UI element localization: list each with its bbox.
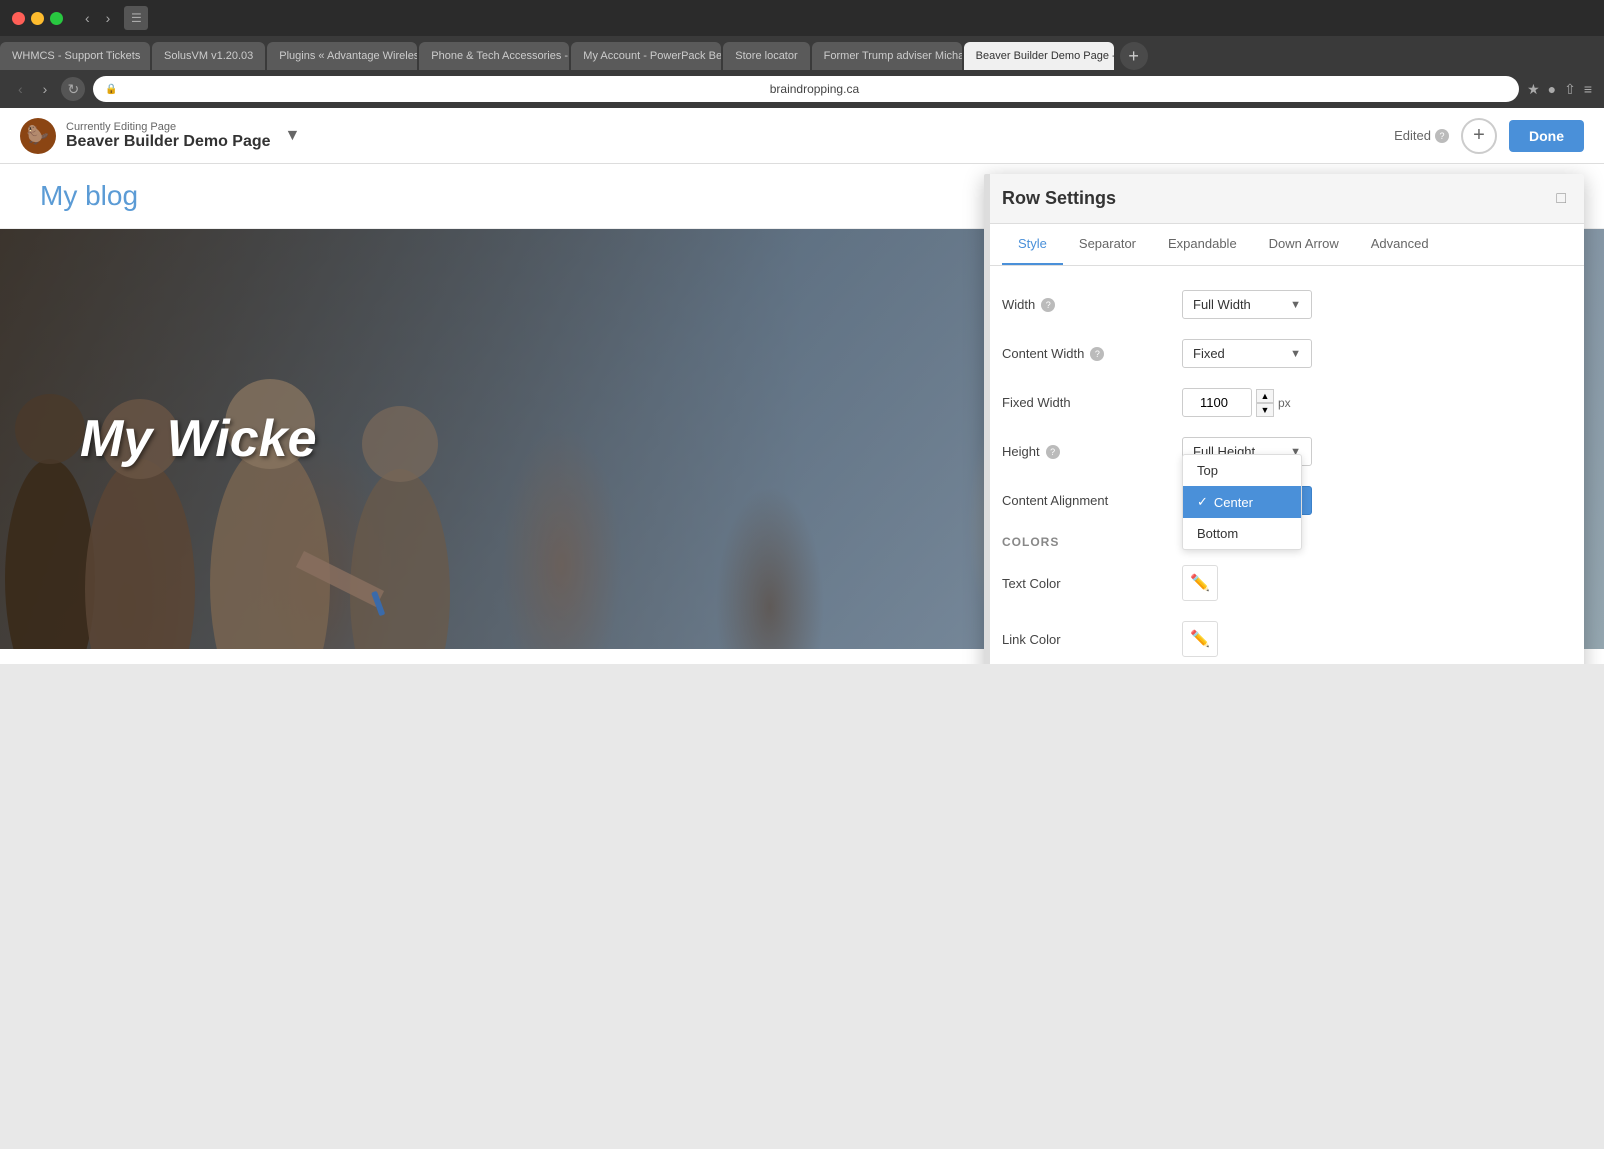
tab-phone[interactable]: Phone & Tech Accessories -...	[419, 42, 569, 70]
chevron-down-icon: ▼	[1290, 299, 1301, 311]
text-color-row: Text Color ✏️	[1002, 565, 1566, 601]
browser-chrome: ‹ › ☰ WHMCS - Support Tickets SolusVM v1…	[0, 0, 1604, 108]
tab-expandable[interactable]: Expandable	[1152, 224, 1253, 265]
dialog-header[interactable]: Row Settings □	[984, 174, 1584, 224]
page-builder-bar: 🦫 Currently Editing Page Beaver Builder …	[0, 108, 1604, 164]
browser-forward[interactable]: ›	[37, 79, 54, 99]
content-width-control: Fixed ▼	[1182, 339, 1566, 368]
fixed-width-control: ▲ ▼ px	[1182, 388, 1566, 417]
tab-myaccount[interactable]: My Account - PowerPack Be...	[571, 42, 721, 70]
dialog-body: Width ? Full Width ▼ Content Width ?	[984, 266, 1584, 664]
pb-page-info: Currently Editing Page Beaver Builder De…	[66, 121, 271, 151]
content-alignment-row: Content Alignment Center ▼ Top ✓ Center	[1002, 486, 1566, 515]
address-bar[interactable]: 🔒 braindropping.ca	[93, 76, 1519, 102]
maximize-button[interactable]	[50, 12, 63, 25]
dialog-drag-handle[interactable]	[984, 174, 990, 664]
dropdown-menu: Top ✓ Center Bottom	[1182, 454, 1302, 550]
content-width-label: Content Width ?	[1002, 346, 1182, 361]
add-content-button[interactable]: +	[1461, 118, 1497, 154]
tab-whmcs[interactable]: WHMCS - Support Tickets	[0, 42, 150, 70]
extensions-icon[interactable]: ●	[1548, 81, 1556, 98]
tab-storelocator[interactable]: Store locator	[723, 42, 809, 70]
text-color-picker[interactable]: ✏️	[1182, 565, 1218, 601]
link-color-label: Link Color	[1002, 632, 1182, 647]
sidebar-toggle[interactable]: ☰	[124, 6, 148, 30]
dialog-title: Row Settings	[1002, 188, 1116, 209]
tab-trump[interactable]: Former Trump adviser Micha...	[812, 42, 962, 70]
tab-advanced[interactable]: Advanced	[1355, 224, 1445, 265]
menu-icon[interactable]: ≡	[1584, 81, 1592, 98]
dialog-minimize-button[interactable]: □	[1556, 190, 1566, 208]
fixed-width-input[interactable]	[1182, 388, 1252, 417]
pb-logo: 🦫	[20, 118, 56, 154]
content-alignment-dropdown: Top ✓ Center Bottom	[1182, 454, 1302, 550]
page-name: Beaver Builder Demo Page	[66, 133, 271, 151]
edited-status: Edited ?	[1394, 128, 1449, 143]
fixed-width-row: Fixed Width ▲ ▼ px	[1002, 388, 1566, 417]
edited-label: Edited	[1394, 128, 1431, 143]
width-row: Width ? Full Width ▼	[1002, 290, 1566, 319]
tab-style[interactable]: Style	[1002, 224, 1063, 265]
width-control: Full Width ▼	[1182, 290, 1566, 319]
chevron-down-icon-2: ▼	[1290, 348, 1301, 360]
dropdown-item-center[interactable]: ✓ Center	[1183, 486, 1301, 518]
dialog-tabs: Style Separator Expandable Down Arrow Ad…	[984, 224, 1584, 266]
link-color-control: ✏️	[1182, 621, 1566, 657]
hero-text: My Wicke	[80, 409, 317, 469]
checkmark-icon: ✓	[1197, 494, 1208, 510]
content-alignment-label: Content Alignment	[1002, 493, 1182, 508]
refresh-button[interactable]: ↻	[61, 77, 85, 101]
content-width-row: Content Width ? Fixed ▼	[1002, 339, 1566, 368]
row-settings-dialog: Row Settings □ Style Separator Expandabl…	[984, 174, 1584, 664]
page-dropdown-button[interactable]: ▼	[285, 127, 301, 145]
new-tab-button[interactable]: +	[1120, 42, 1148, 70]
width-label: Width ?	[1002, 297, 1182, 312]
tab-bar: WHMCS - Support Tickets SolusVM v1.20.03…	[0, 36, 1604, 70]
minimize-button[interactable]	[31, 12, 44, 25]
text-color-control: ✏️	[1182, 565, 1566, 601]
tab-down-arrow[interactable]: Down Arrow	[1253, 224, 1355, 265]
text-color-label: Text Color	[1002, 576, 1182, 591]
content-width-info-icon[interactable]: ?	[1090, 347, 1104, 361]
height-info-icon[interactable]: ?	[1046, 445, 1060, 459]
tab-plugins[interactable]: Plugins « Advantage Wireles...	[267, 42, 417, 70]
share-icon[interactable]: ⇧	[1564, 81, 1576, 98]
nav-buttons: ‹ ›	[79, 8, 116, 28]
close-button[interactable]	[12, 12, 25, 25]
edited-info-icon[interactable]: ?	[1435, 129, 1449, 143]
tab-solusvm[interactable]: SolusVM v1.20.03	[152, 42, 265, 70]
increment-button[interactable]: ▲	[1256, 389, 1274, 403]
link-color-row: Link Color ✏️	[1002, 621, 1566, 657]
dropdown-item-top[interactable]: Top	[1183, 455, 1301, 486]
width-select[interactable]: Full Width ▼	[1182, 290, 1312, 319]
number-spinner: ▲ ▼	[1256, 389, 1274, 417]
content-width-select[interactable]: Fixed ▼	[1182, 339, 1312, 368]
site-logo[interactable]: My blog	[40, 180, 138, 212]
fixed-width-label: Fixed Width	[1002, 395, 1182, 410]
browser-titlebar: ‹ › ☰	[0, 0, 1604, 36]
unit-label: px	[1278, 396, 1291, 410]
address-text: braindropping.ca	[122, 82, 1507, 96]
address-bar-row: ‹ › ↻ 🔒 braindropping.ca ★ ● ⇧ ≡	[0, 70, 1604, 108]
lock-icon: 🔒	[105, 84, 117, 95]
decrement-button[interactable]: ▼	[1256, 403, 1274, 417]
height-label: Height ?	[1002, 444, 1182, 459]
pb-right: Edited ? + Done	[1394, 118, 1584, 154]
tab-beaverbuilder[interactable]: Beaver Builder Demo Page -...	[964, 42, 1114, 70]
currently-editing-label: Currently Editing Page	[66, 121, 271, 133]
dropdown-item-bottom[interactable]: Bottom	[1183, 518, 1301, 549]
back-button[interactable]: ‹	[79, 8, 96, 28]
traffic-lights	[12, 12, 63, 25]
bookmark-icon[interactable]: ★	[1527, 81, 1540, 98]
browser-back[interactable]: ‹	[12, 79, 29, 99]
done-button[interactable]: Done	[1509, 120, 1584, 152]
pb-left: 🦫 Currently Editing Page Beaver Builder …	[20, 118, 1394, 154]
forward-button[interactable]: ›	[100, 8, 117, 28]
tab-separator[interactable]: Separator	[1063, 224, 1152, 265]
content-alignment-control: Center ▼ Top ✓ Center Bottom	[1182, 486, 1566, 515]
website-area: My blog Choose Menu 🔍	[0, 164, 1604, 664]
tabs-row: WHMCS - Support Tickets SolusVM v1.20.03…	[0, 36, 1604, 70]
width-info-icon[interactable]: ?	[1041, 298, 1055, 312]
link-color-picker[interactable]: ✏️	[1182, 621, 1218, 657]
